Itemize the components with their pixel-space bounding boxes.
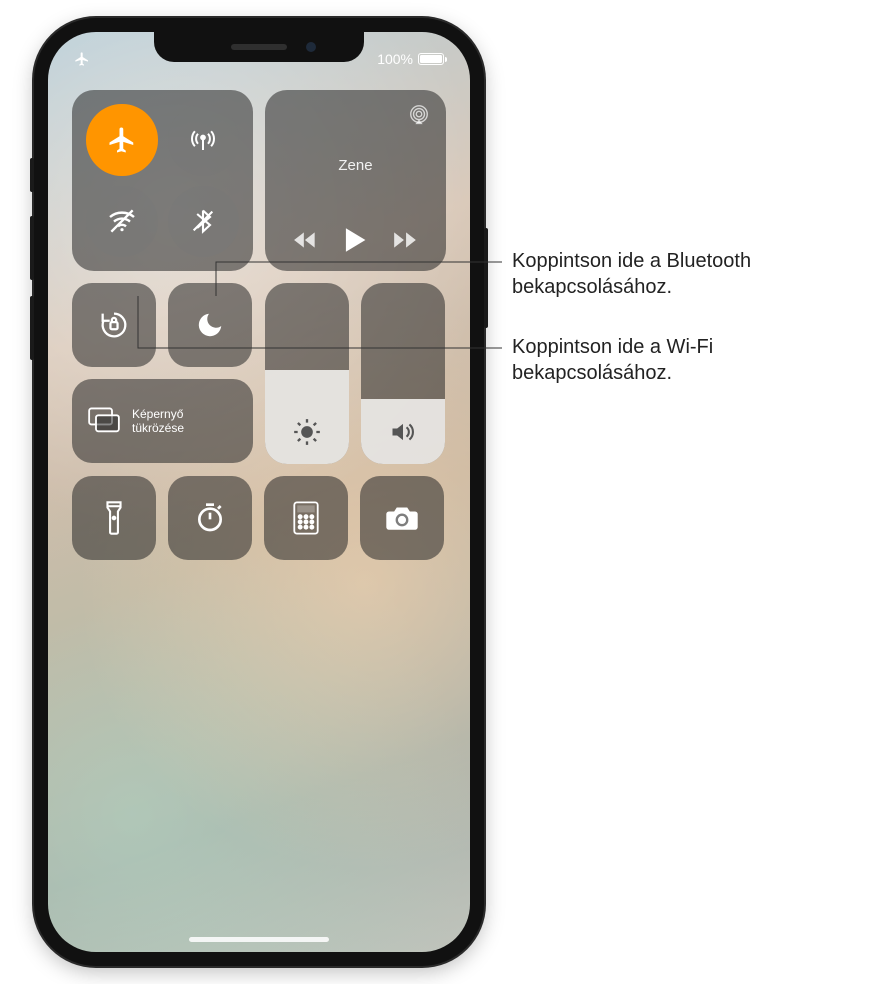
cellular-antenna-icon xyxy=(188,125,218,155)
status-left xyxy=(74,51,90,67)
screen-mirroring-icon xyxy=(88,407,120,435)
notch xyxy=(154,32,364,62)
brightness-fill xyxy=(265,370,349,464)
camera-icon xyxy=(385,504,419,532)
music-play-button[interactable] xyxy=(343,227,367,253)
do-not-disturb-toggle[interactable] xyxy=(168,283,252,367)
play-icon xyxy=(343,227,367,253)
brightness-slider[interactable] xyxy=(265,283,349,464)
bluetooth-toggle[interactable] xyxy=(168,186,240,258)
callout-bluetooth: Koppintson ide a Bluetooth bekapcsolásáh… xyxy=(512,248,852,300)
control-center: Zene xyxy=(72,90,446,572)
screen-mirroring-button[interactable]: Képernyő tükrözése xyxy=(72,379,253,463)
screen-mirroring-label: Képernyő tükrözése xyxy=(132,407,184,435)
flashlight-icon xyxy=(104,501,124,535)
airplay-audio-icon xyxy=(408,104,430,126)
airplane-icon xyxy=(107,125,137,155)
callout-wifi: Koppintson ide a Wi-Fi bekapcsolásához. xyxy=(512,334,852,386)
side-button xyxy=(30,296,34,360)
front-camera xyxy=(306,42,316,52)
music-next-button[interactable] xyxy=(392,230,418,250)
cellular-data-toggle[interactable] xyxy=(168,104,240,176)
timer-button[interactable] xyxy=(168,476,252,560)
home-indicator[interactable] xyxy=(189,937,329,942)
brightness-icon xyxy=(293,418,321,446)
screen: 100% xyxy=(48,32,470,952)
airplane-mode-status-icon xyxy=(74,51,90,67)
music-prev-button[interactable] xyxy=(293,230,319,250)
speaker-grille xyxy=(231,44,287,50)
music-title: Zene xyxy=(338,157,372,174)
connectivity-module[interactable] xyxy=(72,90,253,271)
calculator-icon xyxy=(293,501,319,535)
battery-percentage: 100% xyxy=(377,51,413,67)
side-button xyxy=(484,228,488,328)
battery-icon xyxy=(418,53,444,65)
wifi-toggle[interactable] xyxy=(86,186,158,258)
timer-icon xyxy=(194,502,226,534)
status-right: 100% xyxy=(377,51,444,67)
wifi-off-icon xyxy=(106,205,138,237)
side-button xyxy=(30,216,34,280)
camera-button[interactable] xyxy=(360,476,444,560)
rewind-icon xyxy=(293,230,319,250)
rotation-lock-toggle[interactable] xyxy=(72,283,156,367)
rotation-lock-icon xyxy=(97,308,131,342)
moon-icon xyxy=(195,310,225,340)
volume-slider[interactable] xyxy=(361,283,445,464)
airplane-mode-toggle[interactable] xyxy=(86,104,158,176)
airplay-audio-button[interactable] xyxy=(408,104,430,126)
music-module[interactable]: Zene xyxy=(265,90,446,271)
forward-icon xyxy=(392,230,418,250)
iphone-device-frame: 100% xyxy=(34,18,484,966)
side-button xyxy=(30,158,34,192)
flashlight-button[interactable] xyxy=(72,476,156,560)
calculator-button[interactable] xyxy=(264,476,348,560)
bluetooth-off-icon xyxy=(189,207,217,235)
volume-icon xyxy=(389,418,417,446)
